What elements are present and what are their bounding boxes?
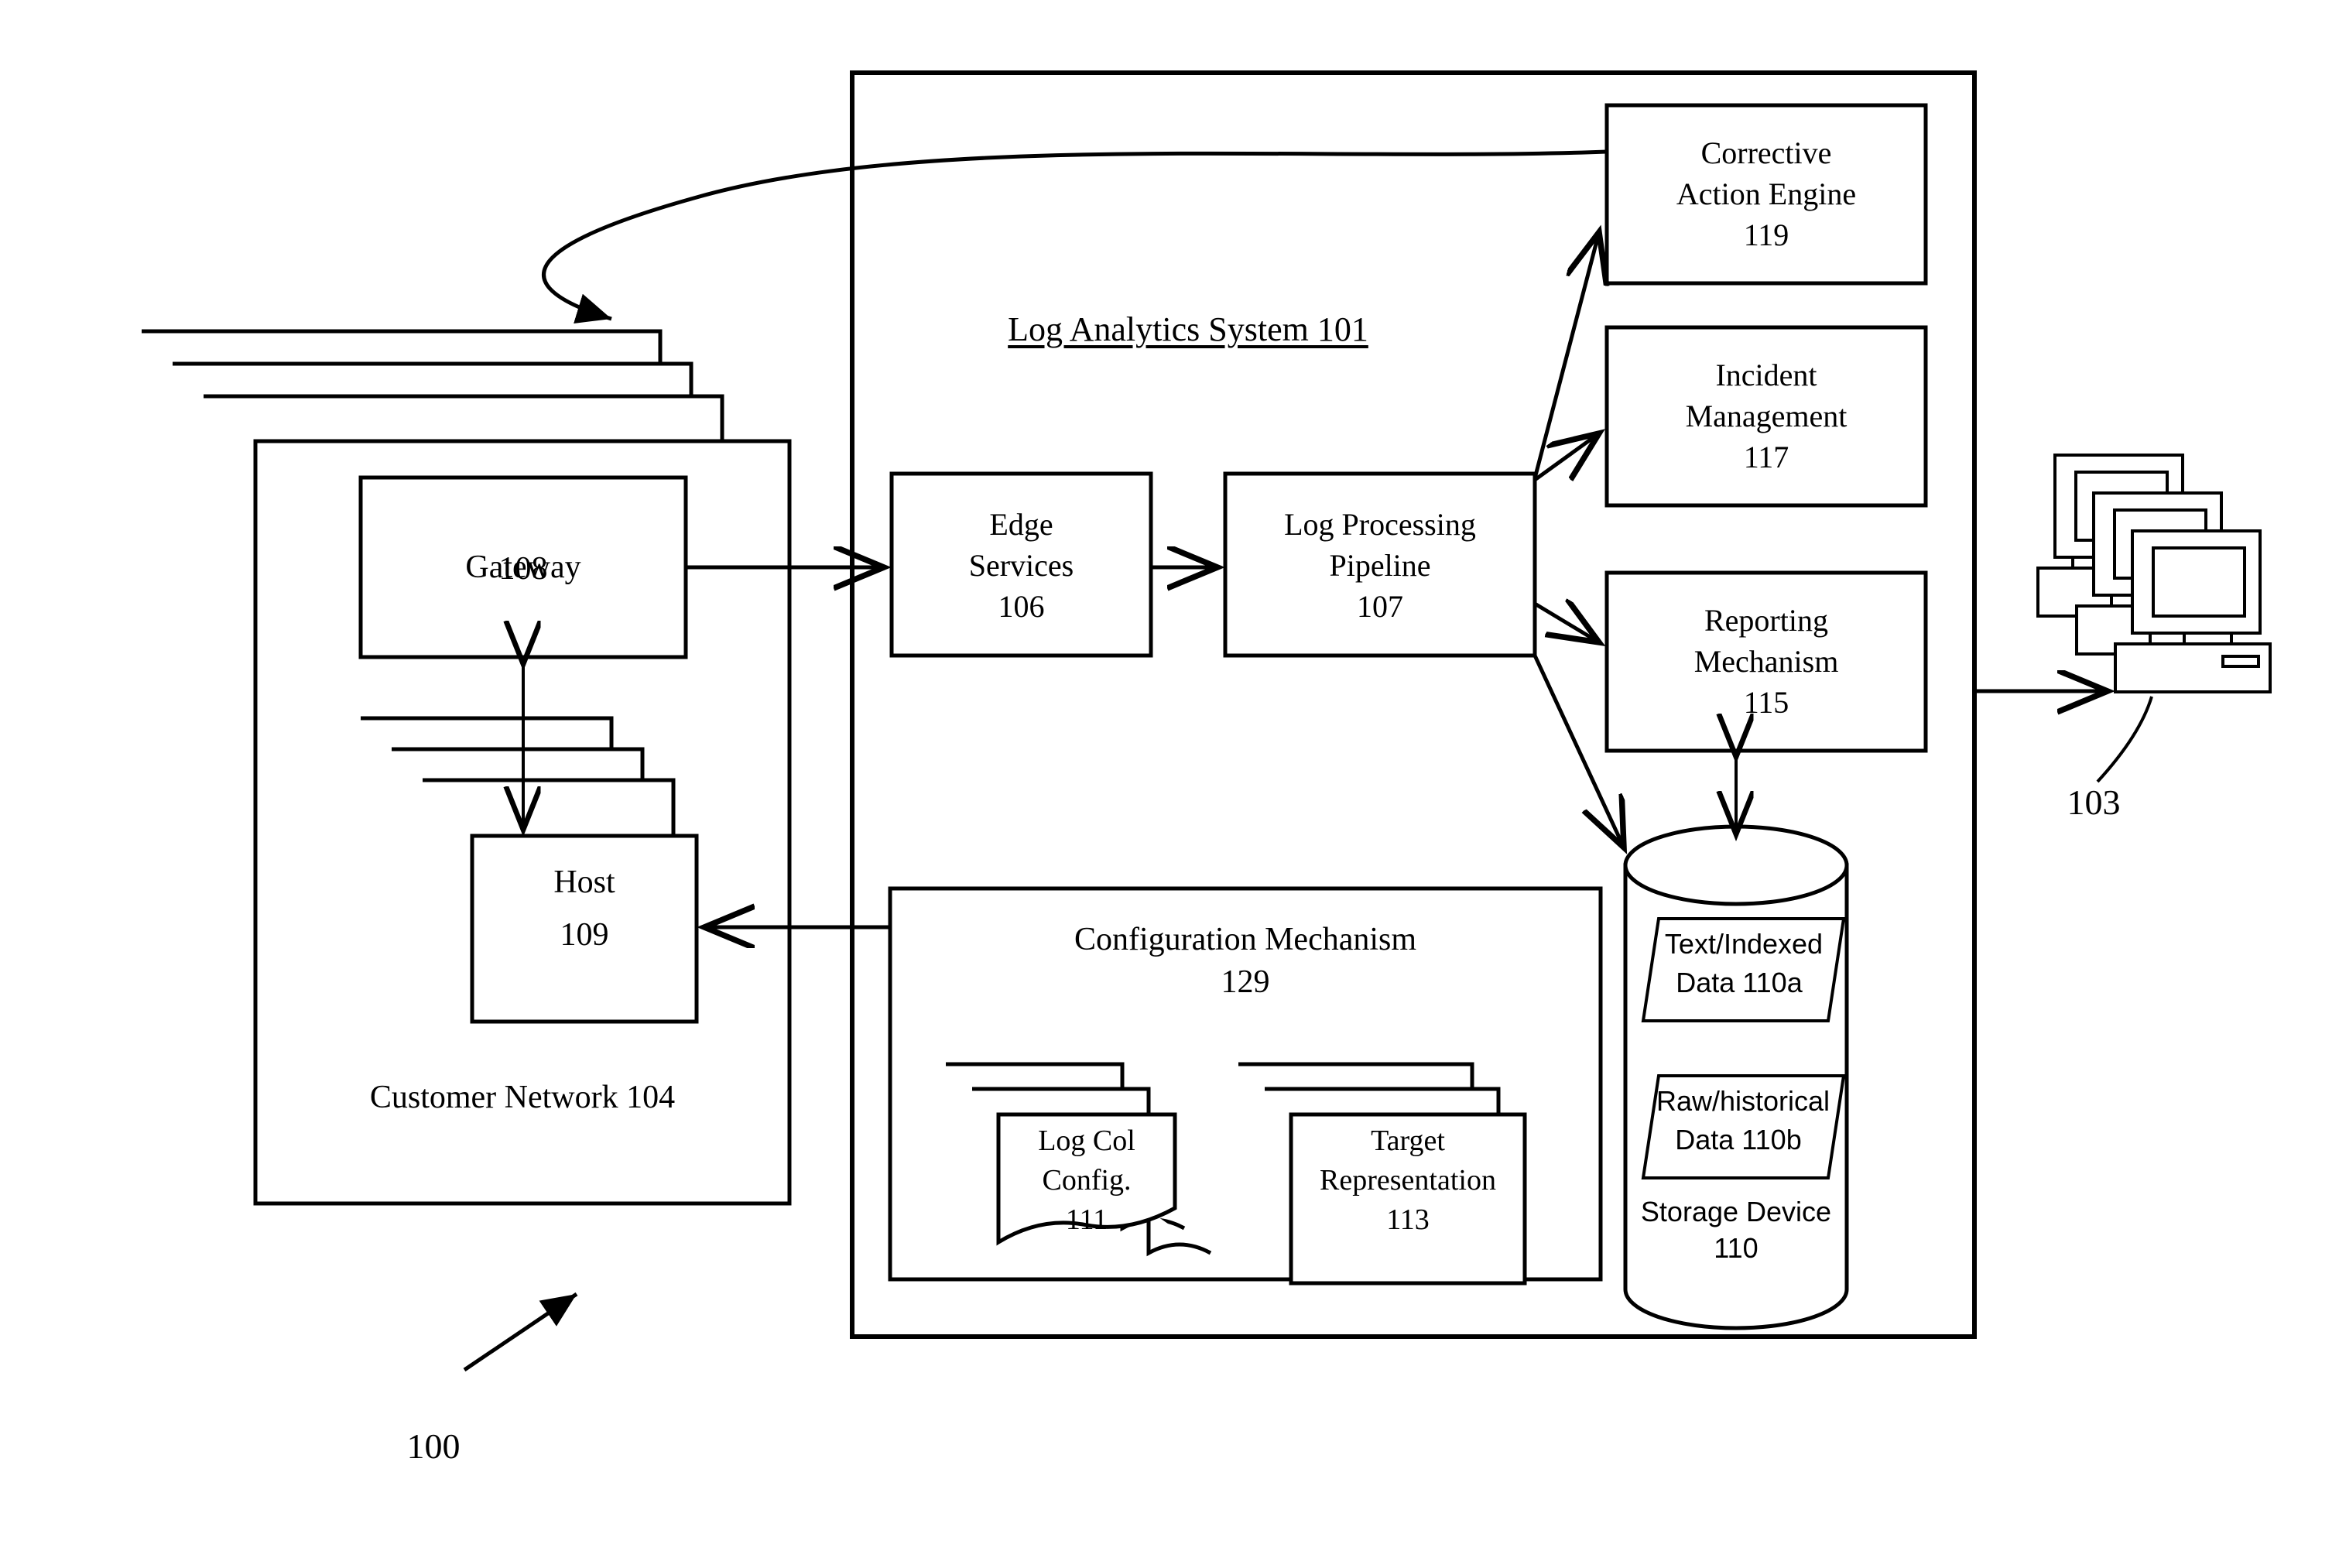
page-title: Log Analytics System 101 bbox=[1008, 310, 1368, 349]
log-processing-pipeline-label: Log Processing bbox=[1284, 507, 1476, 542]
log-col-config-label: Log Col bbox=[1038, 1125, 1135, 1157]
configuration-mechanism-title: Configuration Mechanism bbox=[1074, 922, 1417, 957]
text-indexed-data-label: Text/Indexed bbox=[1664, 928, 1824, 960]
raw-historical-data-label: Raw/historical bbox=[1656, 1085, 1830, 1117]
text-indexed-data-label-2: Data 110a bbox=[1676, 967, 1803, 998]
log-processing-pipeline-label-2: Pipeline bbox=[1329, 548, 1431, 583]
configuration-mechanism-number: 129 bbox=[1221, 964, 1270, 1000]
corrective-action-engine-number: 119 bbox=[1743, 217, 1789, 252]
computer-stack-icon bbox=[2036, 454, 2272, 693]
edge-services-number: 106 bbox=[998, 589, 1045, 624]
incident-management-label: Incident bbox=[1715, 358, 1817, 392]
gateway-number: 108 bbox=[498, 550, 548, 587]
edge-services-label-2: Services bbox=[968, 548, 1074, 583]
reporting-mechanism-label: Reporting bbox=[1704, 603, 1828, 638]
incident-management-number: 117 bbox=[1743, 440, 1789, 474]
storage-device-number: 110 bbox=[1714, 1232, 1759, 1264]
reporting-mechanism-number: 115 bbox=[1743, 685, 1789, 720]
reporting-mechanism-label-2: Mechanism bbox=[1693, 644, 1839, 679]
target-representation-label-2: Representation bbox=[1320, 1164, 1496, 1197]
client-number-103: 103 bbox=[2067, 782, 2121, 822]
log-col-config-label-2: Config. bbox=[1042, 1164, 1132, 1197]
host-number: 109 bbox=[560, 916, 609, 953]
customer-network-label: Customer Network 104 bbox=[369, 1079, 676, 1115]
storage-device-title: Storage Device bbox=[1640, 1196, 1832, 1227]
figure-number-leader bbox=[463, 1292, 578, 1372]
incident-management-label-2: Management bbox=[1685, 399, 1848, 433]
corrective-action-engine-label-2: Action Engine bbox=[1676, 176, 1857, 211]
target-representation-label: Target bbox=[1371, 1125, 1445, 1157]
figure-number-100: 100 bbox=[406, 1426, 461, 1466]
edge-services-label: Edge bbox=[989, 507, 1053, 542]
host-label: Host bbox=[553, 864, 615, 900]
target-representation-number: 113 bbox=[1386, 1203, 1430, 1236]
diagram-vector-layer bbox=[142, 70, 2272, 1372]
client-leader-line bbox=[2096, 696, 2153, 783]
log-processing-pipeline-number: 107 bbox=[1357, 589, 1403, 624]
corrective-action-engine-label: Corrective bbox=[1700, 135, 1832, 170]
raw-historical-data-label-2: Data 110b bbox=[1675, 1124, 1802, 1155]
patent-figure-canvas: Log Analytics System 101 Gateway 108 Hos… bbox=[0, 0, 2339, 1568]
log-col-config-number: 111 bbox=[1065, 1203, 1108, 1236]
